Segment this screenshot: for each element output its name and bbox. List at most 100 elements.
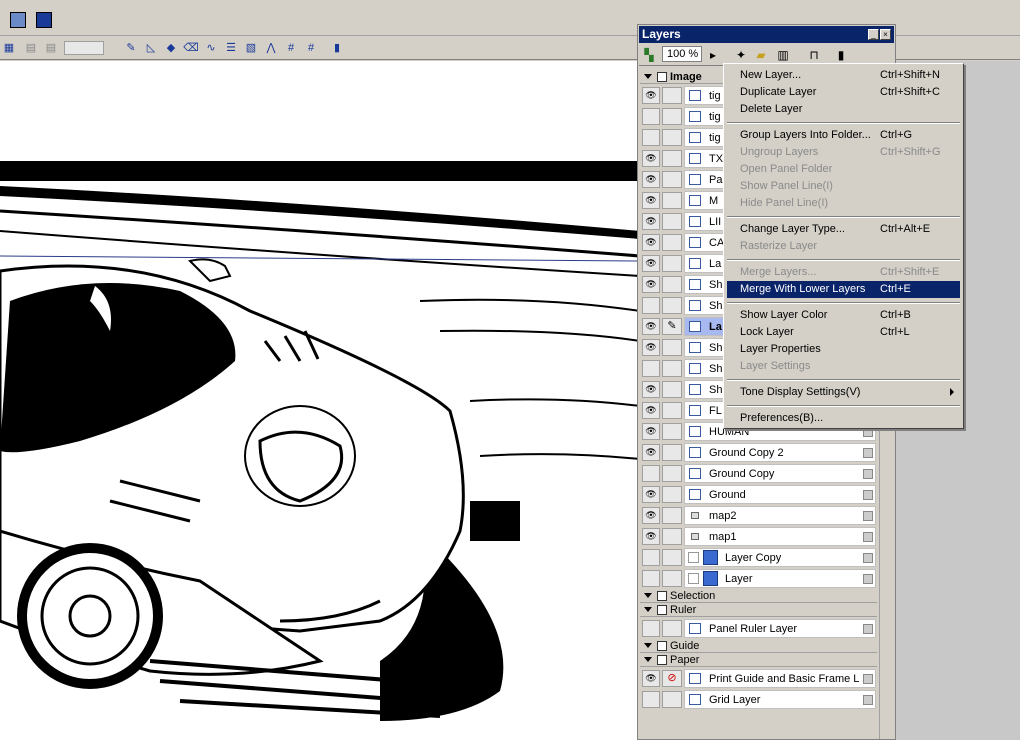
visibility-toggle[interactable]: 👁 [642, 276, 660, 293]
layer-row[interactable]: Ground Copy [640, 463, 877, 484]
layer-options-icon[interactable] [863, 532, 873, 542]
menu-item[interactable]: Layer Settings [727, 358, 960, 375]
perspective-icon[interactable]: ⋀ [264, 41, 278, 55]
fill-icon[interactable]: ◆ [164, 41, 178, 55]
visibility-toggle[interactable] [642, 360, 660, 377]
layer-name-cell[interactable]: Grid Layer [684, 690, 876, 709]
menu-item[interactable]: Preferences(B)... [727, 410, 960, 427]
panel-menu-icon[interactable]: ▮ [834, 48, 848, 62]
section-selection[interactable]: Selection [640, 590, 877, 603]
lock-toggle[interactable]: ⊘ [662, 670, 682, 687]
visibility-toggle[interactable]: 👁 [642, 670, 660, 687]
eraser-icon[interactable]: ⌫ [183, 41, 199, 55]
layer-options-icon[interactable] [863, 511, 873, 521]
grid-ruler-icon[interactable]: # [284, 41, 298, 55]
visibility-toggle[interactable] [642, 691, 660, 708]
layer-options-icon[interactable] [863, 674, 873, 684]
expand-icon[interactable] [644, 593, 652, 598]
lock-toggle[interactable] [662, 465, 682, 482]
lines-icon[interactable]: ☰ [224, 41, 238, 55]
visibility-toggle[interactable]: 👁 [642, 486, 660, 503]
menu-item[interactable]: Hide Panel Line(I) [727, 195, 960, 212]
visibility-toggle[interactable]: 👁 [642, 423, 660, 440]
menu-item[interactable]: Show Layer Color Ctrl+B [727, 307, 960, 324]
layer-color-icon[interactable]: ▚ [642, 48, 656, 62]
layer-options-icon[interactable] [863, 469, 873, 479]
layer-row[interactable]: Panel Ruler Layer [640, 618, 877, 639]
menu-item[interactable]: Change Layer Type... Ctrl+Alt+E [727, 221, 960, 238]
menu-item[interactable]: Ungroup Layers Ctrl+Shift+G [727, 144, 960, 161]
layer-name-cell[interactable]: map1 [684, 527, 876, 546]
lock-toggle[interactable] [662, 381, 682, 398]
layer-row[interactable]: Layer Copy [640, 547, 877, 568]
layer-options-icon[interactable] [863, 553, 873, 563]
visibility-toggle[interactable]: 👁 [642, 192, 660, 209]
visibility-toggle[interactable]: 👁 [642, 234, 660, 251]
visibility-toggle[interactable] [642, 297, 660, 314]
lock-toggle[interactable] [662, 192, 682, 209]
menu-item[interactable]: Show Panel Line(I) [727, 178, 960, 195]
layer-row[interactable]: 👁 map2 [640, 505, 877, 526]
section-ruler[interactable]: Ruler [640, 604, 877, 617]
menu-item[interactable]: Open Panel Folder [727, 161, 960, 178]
layer-row[interactable]: 👁 Ground [640, 484, 877, 505]
layer-name-cell[interactable]: Layer [684, 569, 876, 588]
zoom-arrow-icon[interactable]: ▸ [706, 48, 720, 62]
visibility-toggle[interactable] [642, 108, 660, 125]
layer-name-cell[interactable]: Ground [684, 485, 876, 504]
lock-toggle[interactable] [662, 276, 682, 293]
visibility-toggle[interactable]: 👁 [642, 444, 660, 461]
visibility-toggle[interactable] [642, 620, 660, 637]
visibility-toggle[interactable]: 👁 [642, 150, 660, 167]
lock-toggle[interactable] [662, 423, 682, 440]
lock-toggle[interactable] [662, 486, 682, 503]
layer-name-cell[interactable]: Ground Copy 2 [684, 443, 876, 462]
layer-options-icon[interactable] [863, 448, 873, 458]
menu-item[interactable]: Group Layers Into Folder... Ctrl+G [727, 127, 960, 144]
menu-item[interactable]: Delete Layer [727, 101, 960, 118]
grid-icon[interactable]: ▦ [2, 41, 16, 55]
lock-toggle[interactable] [662, 297, 682, 314]
menu-item[interactable]: Merge Layers... Ctrl+Shift+E [727, 264, 960, 281]
lock-toggle[interactable] [662, 87, 682, 104]
layer-name-cell[interactable]: Panel Ruler Layer [684, 619, 876, 638]
save-icon[interactable] [10, 12, 26, 28]
lock-toggle[interactable] [662, 234, 682, 251]
layer-options-icon[interactable] [863, 624, 873, 634]
folder-icon[interactable]: ▰ [754, 48, 768, 62]
visibility-toggle[interactable] [642, 570, 660, 587]
menu-item[interactable]: Rasterize Layer [727, 238, 960, 255]
layer-name-cell[interactable]: map2 [684, 506, 876, 525]
lock-toggle[interactable] [662, 570, 682, 587]
lock-toggle[interactable] [662, 691, 682, 708]
layer-row[interactable]: 👁 ⊘ Print Guide and Basic Frame L... [640, 668, 877, 689]
expand-icon[interactable] [644, 657, 652, 662]
visibility-toggle[interactable]: 👁 [642, 213, 660, 230]
section-paper[interactable]: Paper [640, 654, 877, 667]
menu-item[interactable]: New Layer... Ctrl+Shift+N [727, 67, 960, 84]
curve-icon[interactable]: ∿ [204, 41, 218, 55]
pen-icon[interactable]: ✎ [124, 41, 138, 55]
page-icon[interactable]: ▤ [24, 41, 38, 55]
layer-options-icon[interactable] [863, 695, 873, 705]
visibility-toggle[interactable] [642, 129, 660, 146]
trash-icon[interactable]: ▥ [776, 48, 790, 62]
lock-toggle[interactable] [662, 339, 682, 356]
menu-item[interactable]: Tone Display Settings(V) [727, 384, 960, 401]
visibility-toggle[interactable]: 👁 [642, 528, 660, 545]
visibility-toggle[interactable]: 👁 [642, 402, 660, 419]
visibility-toggle[interactable]: 👁 [642, 339, 660, 356]
page-icon-2[interactable]: ▤ [44, 41, 58, 55]
visibility-toggle[interactable]: 👁 [642, 381, 660, 398]
lock-toggle[interactable] [662, 402, 682, 419]
layers-panel-title[interactable]: Layers _ × [639, 26, 894, 43]
lock-toggle[interactable] [662, 150, 682, 167]
minimize-icon[interactable]: _ [868, 29, 879, 40]
layer-options-icon[interactable] [863, 574, 873, 584]
lock-toggle[interactable] [662, 507, 682, 524]
section-guide[interactable]: Guide [640, 640, 877, 653]
lock-toggle[interactable] [662, 171, 682, 188]
visibility-toggle[interactable]: 👁 [642, 87, 660, 104]
lock-toggle[interactable] [662, 528, 682, 545]
layer-row[interactable]: Grid Layer [640, 689, 877, 710]
